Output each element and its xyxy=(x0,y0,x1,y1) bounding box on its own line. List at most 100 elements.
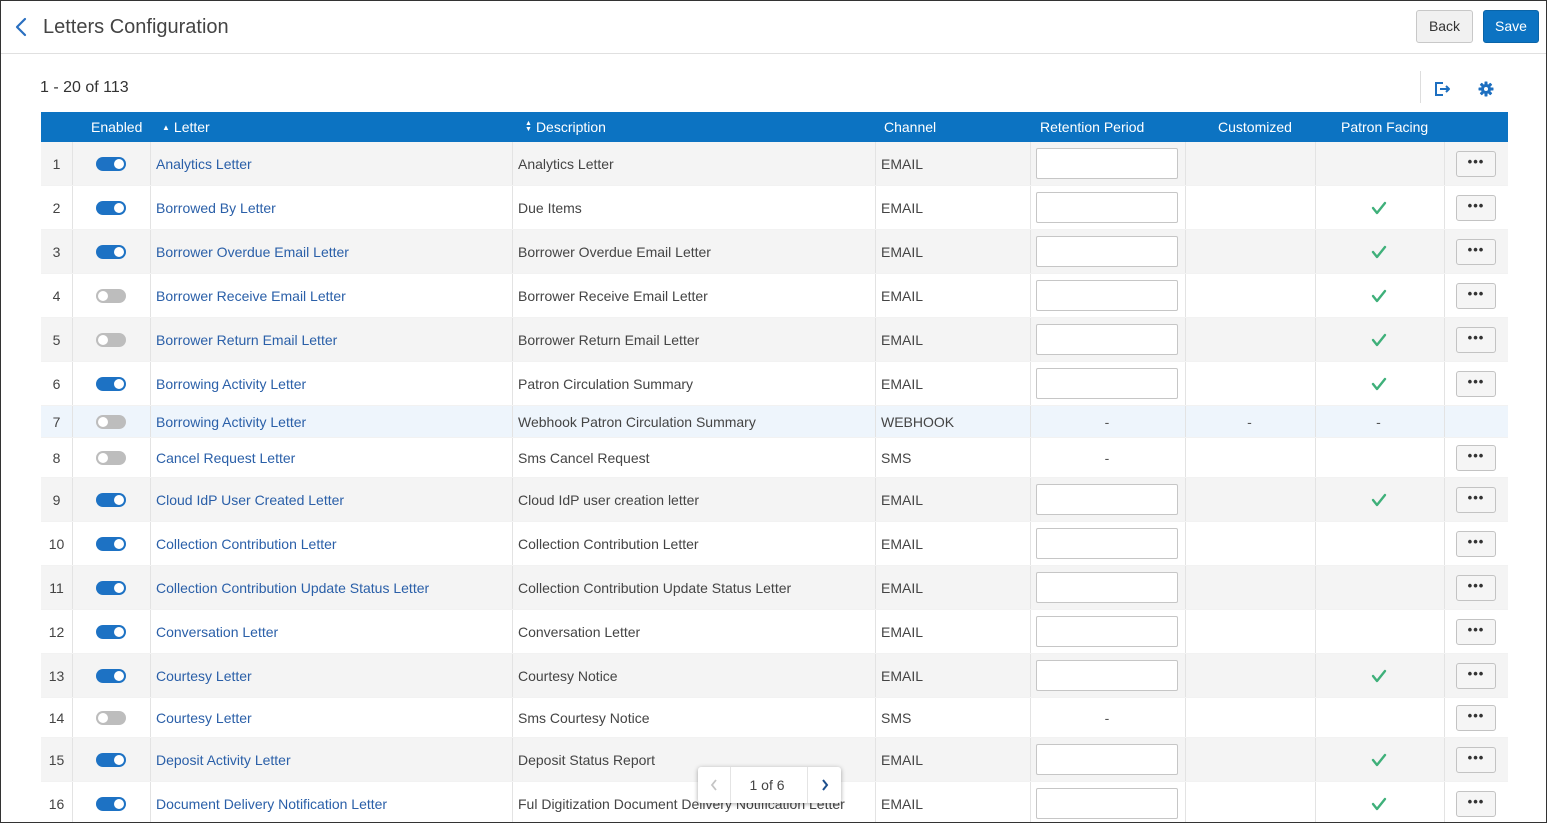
row-actions-button[interactable]: ••• xyxy=(1456,238,1496,265)
column-divider xyxy=(1185,566,1186,609)
row-actions-button[interactable]: ••• xyxy=(1456,486,1496,513)
letter-link[interactable]: Collection Contribution Update Status Le… xyxy=(156,566,429,609)
row-actions-button[interactable]: ••• xyxy=(1456,370,1496,397)
enabled-toggle[interactable] xyxy=(96,536,126,551)
column-divider xyxy=(875,230,876,273)
column-divider xyxy=(72,186,73,229)
letter-link[interactable]: Borrowing Activity Letter xyxy=(156,362,306,405)
row-actions-button[interactable]: ••• xyxy=(1456,704,1496,731)
enabled-toggle[interactable] xyxy=(96,414,126,429)
letter-description: Courtesy Notice xyxy=(518,667,618,684)
column-divider xyxy=(1185,438,1186,477)
export-icon[interactable] xyxy=(1433,80,1451,98)
letter-link[interactable]: Borrower Return Email Letter xyxy=(156,318,337,361)
letter-description: Sms Cancel Request xyxy=(518,449,650,466)
column-header-retention[interactable]: Retention Period xyxy=(1040,112,1144,142)
enabled-toggle[interactable] xyxy=(96,450,126,465)
save-button[interactable]: Save xyxy=(1483,10,1539,43)
row-actions-button[interactable]: ••• xyxy=(1456,746,1496,773)
toggle-knob xyxy=(114,670,124,681)
row-actions-button[interactable]: ••• xyxy=(1456,662,1496,689)
enabled-toggle[interactable] xyxy=(96,200,126,215)
enabled-toggle[interactable] xyxy=(96,796,126,811)
row-number: 3 xyxy=(52,243,61,260)
gear-icon[interactable] xyxy=(1477,80,1495,98)
row-actions-button[interactable]: ••• xyxy=(1456,530,1496,557)
column-header-customized[interactable]: Customized xyxy=(1218,112,1292,142)
column-header-letter[interactable]: ▲ Letter xyxy=(162,112,210,142)
letter-description: Collection Contribution Update Status Le… xyxy=(518,579,792,596)
row-actions-button[interactable]: ••• xyxy=(1456,618,1496,645)
row-actions-button[interactable]: ••• xyxy=(1456,194,1496,221)
column-divider xyxy=(512,406,513,437)
toolbar-divider xyxy=(1420,71,1421,103)
column-divider xyxy=(1185,274,1186,317)
table-row: 13 Courtesy Letter Courtesy Notice EMAIL ••• xyxy=(41,654,1508,698)
letter-link[interactable]: Courtesy Letter xyxy=(156,654,252,697)
enabled-toggle[interactable] xyxy=(96,580,126,595)
retention-period-input[interactable] xyxy=(1036,368,1178,399)
sort-ascending-icon: ▲ xyxy=(162,123,170,132)
table-row: 10 Collection Contribution Letter Collecti… xyxy=(41,522,1508,566)
column-divider xyxy=(72,142,73,185)
enabled-toggle[interactable] xyxy=(96,624,126,639)
row-actions-button[interactable]: ••• xyxy=(1456,326,1496,353)
enabled-toggle[interactable] xyxy=(96,244,126,259)
letter-link[interactable]: Document Delivery Notification Letter xyxy=(156,782,387,822)
retention-period-input[interactable] xyxy=(1036,148,1178,179)
enabled-toggle[interactable] xyxy=(96,752,126,767)
retention-period-input[interactable] xyxy=(1036,660,1178,691)
back-button[interactable]: Back xyxy=(1416,10,1473,43)
letter-link[interactable]: Deposit Activity Letter xyxy=(156,738,291,781)
retention-period-input[interactable] xyxy=(1036,484,1178,515)
previous-page-button[interactable] xyxy=(698,767,731,803)
row-actions-button[interactable]: ••• xyxy=(1456,444,1496,471)
row-actions-button[interactable]: ••• xyxy=(1456,790,1496,817)
column-divider xyxy=(512,478,513,521)
enabled-toggle[interactable] xyxy=(96,668,126,683)
ellipsis-icon: ••• xyxy=(1467,793,1485,809)
column-header-enabled[interactable]: Enabled xyxy=(91,112,142,142)
enabled-toggle[interactable] xyxy=(96,376,126,391)
row-actions-button[interactable]: ••• xyxy=(1456,574,1496,601)
retention-period-input[interactable] xyxy=(1036,324,1178,355)
letter-link[interactable]: Conversation Letter xyxy=(156,610,278,653)
retention-period-input[interactable] xyxy=(1036,528,1178,559)
letter-link[interactable]: Borrowed By Letter xyxy=(156,186,276,229)
letter-link[interactable]: Borrower Overdue Email Letter xyxy=(156,230,349,273)
retention-period-input[interactable] xyxy=(1036,236,1178,267)
enabled-toggle[interactable] xyxy=(96,492,126,507)
retention-period-input[interactable] xyxy=(1036,572,1178,603)
column-header-channel[interactable]: Channel xyxy=(884,112,936,142)
retention-period-input[interactable] xyxy=(1036,192,1178,223)
letter-link[interactable]: Borrowing Activity Letter xyxy=(156,406,306,437)
row-actions-button[interactable]: ••• xyxy=(1456,282,1496,309)
letter-link[interactable]: Collection Contribution Letter xyxy=(156,522,337,565)
chevron-right-icon xyxy=(821,779,828,791)
letter-channel: EMAIL xyxy=(881,667,924,684)
enabled-toggle[interactable] xyxy=(96,288,126,303)
row-actions-button[interactable]: ••• xyxy=(1456,150,1496,177)
letter-link[interactable]: Borrower Receive Email Letter xyxy=(156,274,346,317)
enabled-toggle[interactable] xyxy=(96,332,126,347)
back-arrow-icon[interactable] xyxy=(13,17,29,37)
letter-link[interactable]: Courtesy Letter xyxy=(156,698,252,737)
letter-link[interactable]: Cancel Request Letter xyxy=(156,438,295,477)
retention-period-input[interactable] xyxy=(1036,616,1178,647)
retention-period-input[interactable] xyxy=(1036,280,1178,311)
toggle-knob xyxy=(98,416,108,427)
enabled-toggle[interactable] xyxy=(96,710,126,725)
table-row: 5 Borrower Return Email Letter Borrower Re… xyxy=(41,318,1508,362)
patron-facing-value: - xyxy=(1376,413,1381,430)
retention-period-input[interactable] xyxy=(1036,788,1178,819)
next-page-button[interactable] xyxy=(807,767,841,803)
retention-period-input[interactable] xyxy=(1036,744,1178,775)
column-header-description[interactable]: ▲ ▼ Description xyxy=(525,112,606,142)
letter-link[interactable]: Cloud IdP User Created Letter xyxy=(156,478,344,521)
column-header-patron-facing[interactable]: Patron Facing xyxy=(1341,112,1428,142)
enabled-toggle[interactable] xyxy=(96,156,126,171)
letter-link[interactable]: Analytics Letter xyxy=(156,142,252,185)
column-divider xyxy=(150,566,151,609)
column-divider xyxy=(150,522,151,565)
column-divider xyxy=(1315,362,1316,405)
